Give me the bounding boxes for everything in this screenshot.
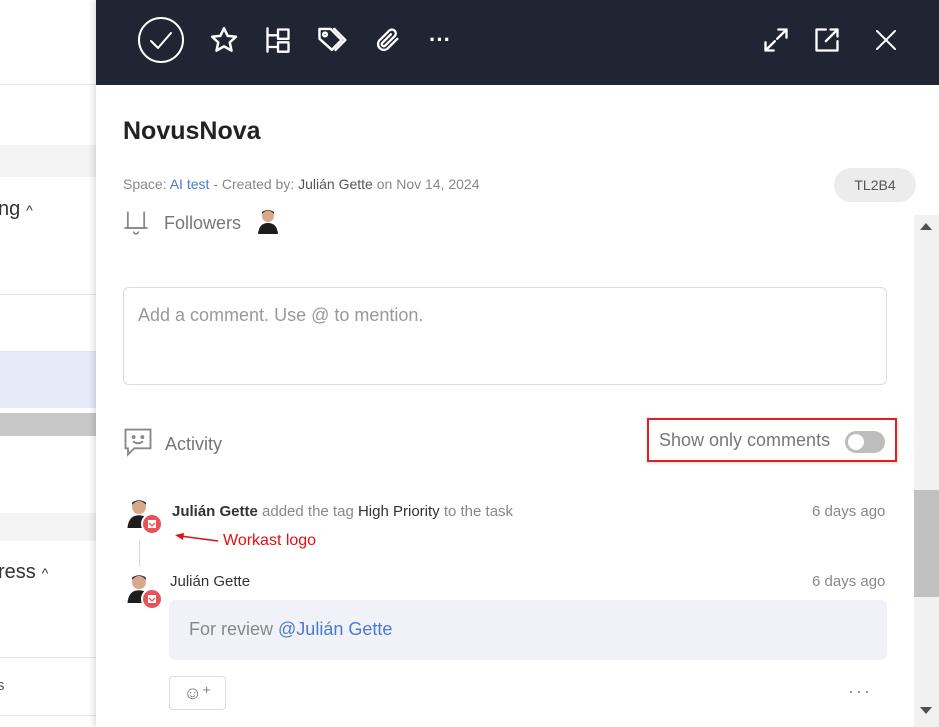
activity-action-pre: added the tag <box>262 503 354 520</box>
group-header[interactable]: ng ^ <box>0 198 94 221</box>
chevron-up-icon[interactable]: ^ <box>42 565 49 581</box>
chat-smile-icon <box>123 427 153 462</box>
comment-input[interactable]: Add a comment. Use @ to mention. <box>123 287 887 385</box>
check-circle-icon[interactable] <box>136 15 186 65</box>
activity-time: 6 days ago <box>812 503 886 520</box>
activity-action-post: to the task <box>443 503 514 520</box>
workast-logo-icon <box>141 513 163 535</box>
workast-logo-icon <box>141 588 163 610</box>
expand-icon[interactable] <box>758 22 794 58</box>
more-icon[interactable]: ··· <box>422 22 458 58</box>
followers-row: Followers <box>122 207 279 240</box>
scroll-down-arrow-icon[interactable] <box>920 707 932 714</box>
comment-bubble: For review @Julián Gette <box>169 600 887 660</box>
comment-author[interactable]: Julián Gette <box>170 573 250 590</box>
group-header[interactable]: ress ^ <box>0 561 94 584</box>
show-only-comments-label: Show only comments <box>659 429 831 450</box>
list-row[interactable] <box>0 295 96 352</box>
annotation-workast-logo: Workast logo <box>223 532 317 549</box>
creator-name: Julián Gette <box>298 176 373 192</box>
on-label: on <box>376 176 393 192</box>
task-scroll-area: Followers Add a comment. Use @ to mentio… <box>96 205 914 727</box>
paperclip-icon[interactable] <box>370 22 406 58</box>
created-by-label: - Created by: <box>213 176 295 192</box>
created-date: Nov 14, 2024 <box>396 176 480 192</box>
bell-icon <box>122 207 150 240</box>
comment-entry-header: Julián Gette <box>170 573 250 590</box>
activity-header: Activity <box>123 427 222 462</box>
space-link[interactable]: AI test <box>170 176 210 192</box>
activity-user[interactable]: Julián Gette <box>172 503 258 520</box>
comment-text: For review <box>189 619 274 639</box>
list-row-fragment: s <box>0 677 5 694</box>
list-section-header <box>0 145 96 177</box>
list-row[interactable] <box>0 240 96 295</box>
chevron-up-icon[interactable]: ^ <box>26 202 33 218</box>
task-meta: Space: AI test - Created by: Julián Gett… <box>123 176 480 192</box>
follower-avatar[interactable] <box>257 208 279 239</box>
comment-mention[interactable]: @Julián Gette <box>278 619 392 639</box>
list-row[interactable] <box>0 0 96 85</box>
panel-toolbar: ··· <box>96 0 939 85</box>
followers-label: Followers <box>164 213 242 233</box>
subtask-icon[interactable] <box>260 22 296 58</box>
space-label: Space: <box>123 176 167 192</box>
panel-scrollbar[interactable] <box>914 215 939 727</box>
comment-more-icon[interactable]: ··· <box>848 681 872 702</box>
open-external-icon[interactable] <box>809 22 845 58</box>
list-row[interactable] <box>0 600 96 658</box>
activity-tag-name: High Priority <box>357 503 440 520</box>
task-id-badge[interactable]: TL2B4 <box>834 168 916 202</box>
scrollbar-thumb[interactable] <box>914 490 939 597</box>
group-label: ng <box>0 198 21 220</box>
background-task-list: ng ^ ress ^ s <box>0 0 96 727</box>
show-only-comments-toggle[interactable] <box>845 431 885 453</box>
tag-icon[interactable] <box>315 22 351 58</box>
toggle-knob <box>848 434 864 450</box>
timeline-line <box>139 540 140 566</box>
scroll-up-arrow-icon[interactable] <box>920 223 932 230</box>
show-only-comments-control[interactable]: Show only comments <box>647 418 897 462</box>
list-divider <box>0 413 96 436</box>
close-icon[interactable] <box>868 22 904 58</box>
comment-time: 6 days ago <box>812 573 886 590</box>
activity-label: Activity <box>165 434 223 454</box>
list-row-selected[interactable] <box>0 352 96 408</box>
activity-entry-tag: Julián Gette added the tag High Priority… <box>172 503 513 520</box>
list-section-header <box>0 513 96 541</box>
star-icon[interactable] <box>206 22 242 58</box>
annotation-arrow <box>172 532 220 551</box>
add-reaction-button[interactable]: ☺⁺ <box>169 676 226 710</box>
list-row[interactable] <box>0 658 96 716</box>
task-title[interactable]: NovusNova <box>123 117 261 146</box>
task-detail-panel: ··· NovusNova Space: AI test - Created b… <box>96 0 939 727</box>
group-label: ress <box>0 561 36 583</box>
